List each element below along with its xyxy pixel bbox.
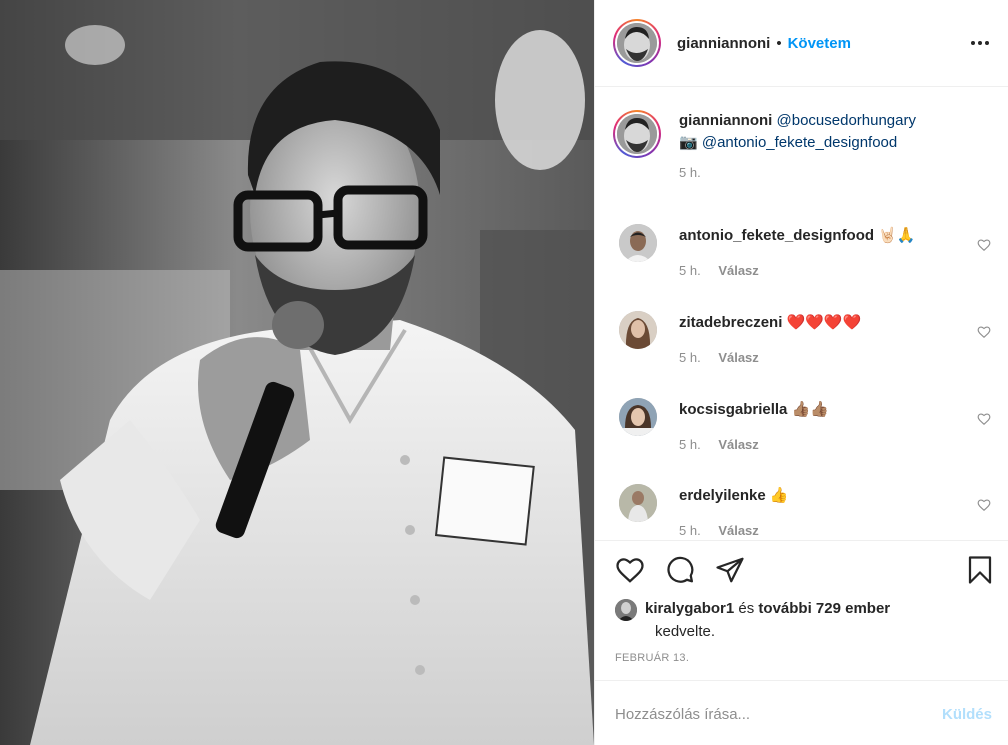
- comment-item: erdelyilenke 👍 5 h. Válasz: [613, 484, 993, 540]
- post-side-panel: gianniannoni • Követem gianniannoni @boc…: [594, 0, 1008, 745]
- comment-body: 🤘🏻🙏: [878, 227, 916, 244]
- post-caption: gianniannoni @bocusedorhungary 📷 @antoni…: [613, 110, 916, 180]
- like-comment-heart-icon[interactable]: [977, 325, 991, 339]
- comment-username[interactable]: zitadebreczeni: [679, 314, 782, 331]
- bookmark-icon[interactable]: [965, 555, 995, 585]
- likes-suffix: kedvelte.: [655, 623, 716, 640]
- comment-meta: 5 h. Válasz: [679, 437, 759, 452]
- like-comment-heart-icon[interactable]: [977, 238, 991, 252]
- likes-others-link[interactable]: további 729 ember: [758, 600, 890, 617]
- comment-text: erdelyilenke 👍: [679, 486, 789, 504]
- commenter-avatar[interactable]: [619, 311, 657, 349]
- likes-connector: és: [738, 600, 755, 617]
- chef-photo-image: [0, 0, 594, 745]
- comment-meta: 5 h. Válasz: [679, 523, 759, 538]
- caption-mention-2[interactable]: @antonio_fekete_designfood: [702, 134, 897, 151]
- like-comment-heart-icon[interactable]: [977, 412, 991, 426]
- camera-emoji-icon: 📷: [679, 134, 698, 151]
- reply-button[interactable]: Válasz: [718, 263, 758, 278]
- caption-timestamp[interactable]: 5 h.: [679, 165, 739, 180]
- comment-username[interactable]: erdelyilenke: [679, 487, 766, 504]
- header-separator: •: [776, 34, 782, 52]
- comment-username[interactable]: kocsisgabriella: [679, 401, 787, 418]
- comment-body: ❤️❤️❤️❤️: [786, 314, 862, 331]
- reply-button[interactable]: Válasz: [718, 350, 758, 365]
- author-avatar[interactable]: [613, 19, 661, 67]
- comment-item: kocsisgabriella 👍🏽👍🏽 5 h. Válasz: [613, 398, 993, 478]
- comment-item: antonio_fekete_designfood 🤘🏻🙏 5 h. Válas…: [613, 224, 993, 304]
- commenter-avatar-image: [619, 224, 657, 262]
- comment-body: 👍: [769, 487, 789, 504]
- comment-text: kocsisgabriella 👍🏽👍🏽: [679, 400, 829, 418]
- post-header: gianniannoni • Követem: [595, 0, 1008, 87]
- comment-body: 👍🏽👍🏽: [791, 401, 829, 418]
- caption-text: gianniannoni @bocusedorhungary 📷 @antoni…: [679, 110, 979, 154]
- liker-avatar[interactable]: [615, 599, 637, 621]
- commenter-avatar[interactable]: [619, 398, 657, 436]
- comment-meta: 5 h. Válasz: [679, 263, 759, 278]
- caption-mention-1[interactable]: @bocusedorhungary: [777, 112, 916, 129]
- commenter-avatar-image: [619, 398, 657, 436]
- comment-timestamp[interactable]: 5 h.: [679, 263, 701, 278]
- share-send-icon[interactable]: [715, 555, 745, 585]
- commenter-avatar[interactable]: [619, 224, 657, 262]
- comment-timestamp[interactable]: 5 h.: [679, 437, 701, 452]
- comment-text: zitadebreczeni ❤️❤️❤️❤️: [679, 313, 861, 331]
- more-horizontal-icon[interactable]: [968, 35, 992, 51]
- send-comment-button[interactable]: Küldés: [942, 706, 992, 723]
- like-heart-icon[interactable]: [615, 555, 645, 585]
- comment-text: antonio_fekete_designfood 🤘🏻🙏: [679, 226, 916, 244]
- commenter-avatar[interactable]: [619, 484, 657, 522]
- author-avatar-image: [617, 23, 657, 63]
- comment-meta: 5 h. Válasz: [679, 350, 759, 365]
- caption-avatar[interactable]: [613, 110, 661, 158]
- reply-button[interactable]: Válasz: [718, 437, 758, 452]
- post-actions: kiralygabor1 és további 729 ember kedvel…: [595, 540, 1008, 680]
- comment-timestamp[interactable]: 5 h.: [679, 523, 701, 538]
- comment-item: zitadebreczeni ❤️❤️❤️❤️ 5 h. Válasz: [613, 311, 993, 391]
- post-date[interactable]: FEBRUÁR 13.: [615, 652, 689, 664]
- likes-text: kiralygabor1 és további 729 ember: [645, 597, 890, 620]
- liker-avatar-image: [615, 599, 637, 621]
- comments-list[interactable]: gianniannoni @bocusedorhungary 📷 @antoni…: [595, 88, 1008, 540]
- reply-button[interactable]: Válasz: [718, 523, 758, 538]
- comment-username[interactable]: antonio_fekete_designfood: [679, 227, 874, 244]
- liker-username[interactable]: kiralygabor1: [645, 600, 734, 617]
- commenter-avatar-image: [619, 484, 657, 522]
- add-comment-section: Küldés: [595, 680, 1008, 745]
- caption-avatar-image: [617, 114, 657, 154]
- follow-button[interactable]: Követem: [788, 35, 851, 52]
- author-username[interactable]: gianniannoni: [677, 35, 770, 52]
- comment-icon[interactable]: [665, 555, 695, 585]
- caption-username[interactable]: gianniannoni: [679, 112, 772, 129]
- post-photo[interactable]: [0, 0, 594, 745]
- like-comment-heart-icon[interactable]: [977, 498, 991, 512]
- comment-input[interactable]: [615, 699, 915, 729]
- commenter-avatar-image: [619, 311, 657, 349]
- comment-timestamp[interactable]: 5 h.: [679, 350, 701, 365]
